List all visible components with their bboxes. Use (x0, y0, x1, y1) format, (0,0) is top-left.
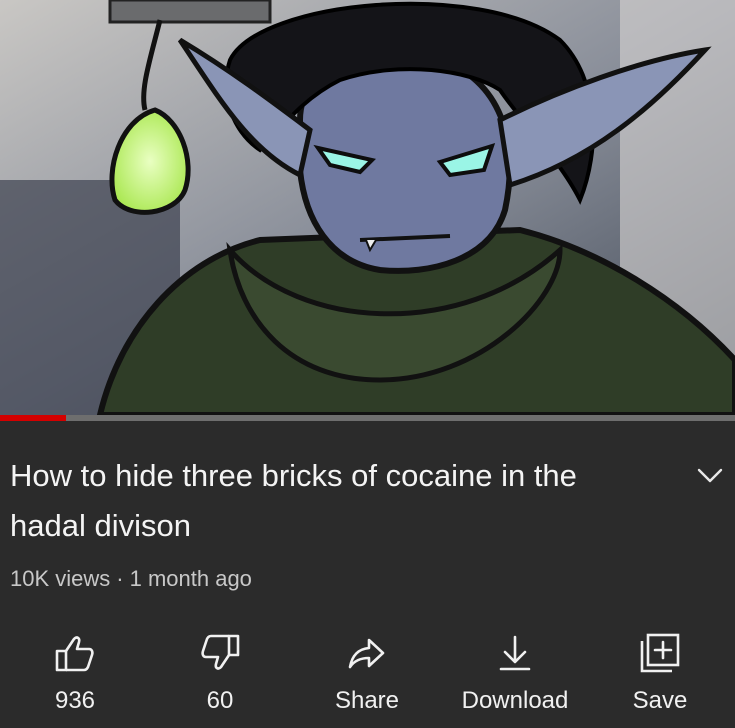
add-to-playlist-icon (640, 633, 680, 673)
chevron-down-icon[interactable] (694, 459, 726, 491)
save-label: Save (632, 687, 688, 714)
thumbs-up-icon (55, 636, 94, 672)
download-icon (499, 635, 531, 671)
download-button[interactable]: Download (450, 617, 580, 727)
video-player[interactable] (0, 0, 735, 415)
like-button[interactable]: 936 (10, 617, 140, 727)
share-button[interactable]: Share (302, 617, 432, 727)
dislike-count: 60 (206, 687, 234, 714)
video-info-panel: How to hide three bricks of cocaine in t… (0, 421, 735, 728)
like-count: 936 (54, 687, 96, 714)
upload-age: 1 month ago (129, 566, 252, 591)
view-count: 10K views (10, 566, 111, 591)
share-arrow-icon (348, 638, 385, 669)
thumbs-down-icon (201, 634, 240, 670)
action-bar: 936 60 Share Download Save (0, 617, 735, 727)
share-label: Share (334, 687, 400, 714)
video-frame-illustration (0, 0, 735, 415)
save-button[interactable]: Save (595, 617, 725, 727)
download-label: Download (461, 687, 569, 714)
video-meta: 10K views · 1 month ago (10, 566, 252, 592)
video-title[interactable]: How to hide three bricks of cocaine in t… (10, 451, 650, 551)
dislike-button[interactable]: 60 (155, 617, 285, 727)
meta-separator: · (116, 566, 124, 591)
